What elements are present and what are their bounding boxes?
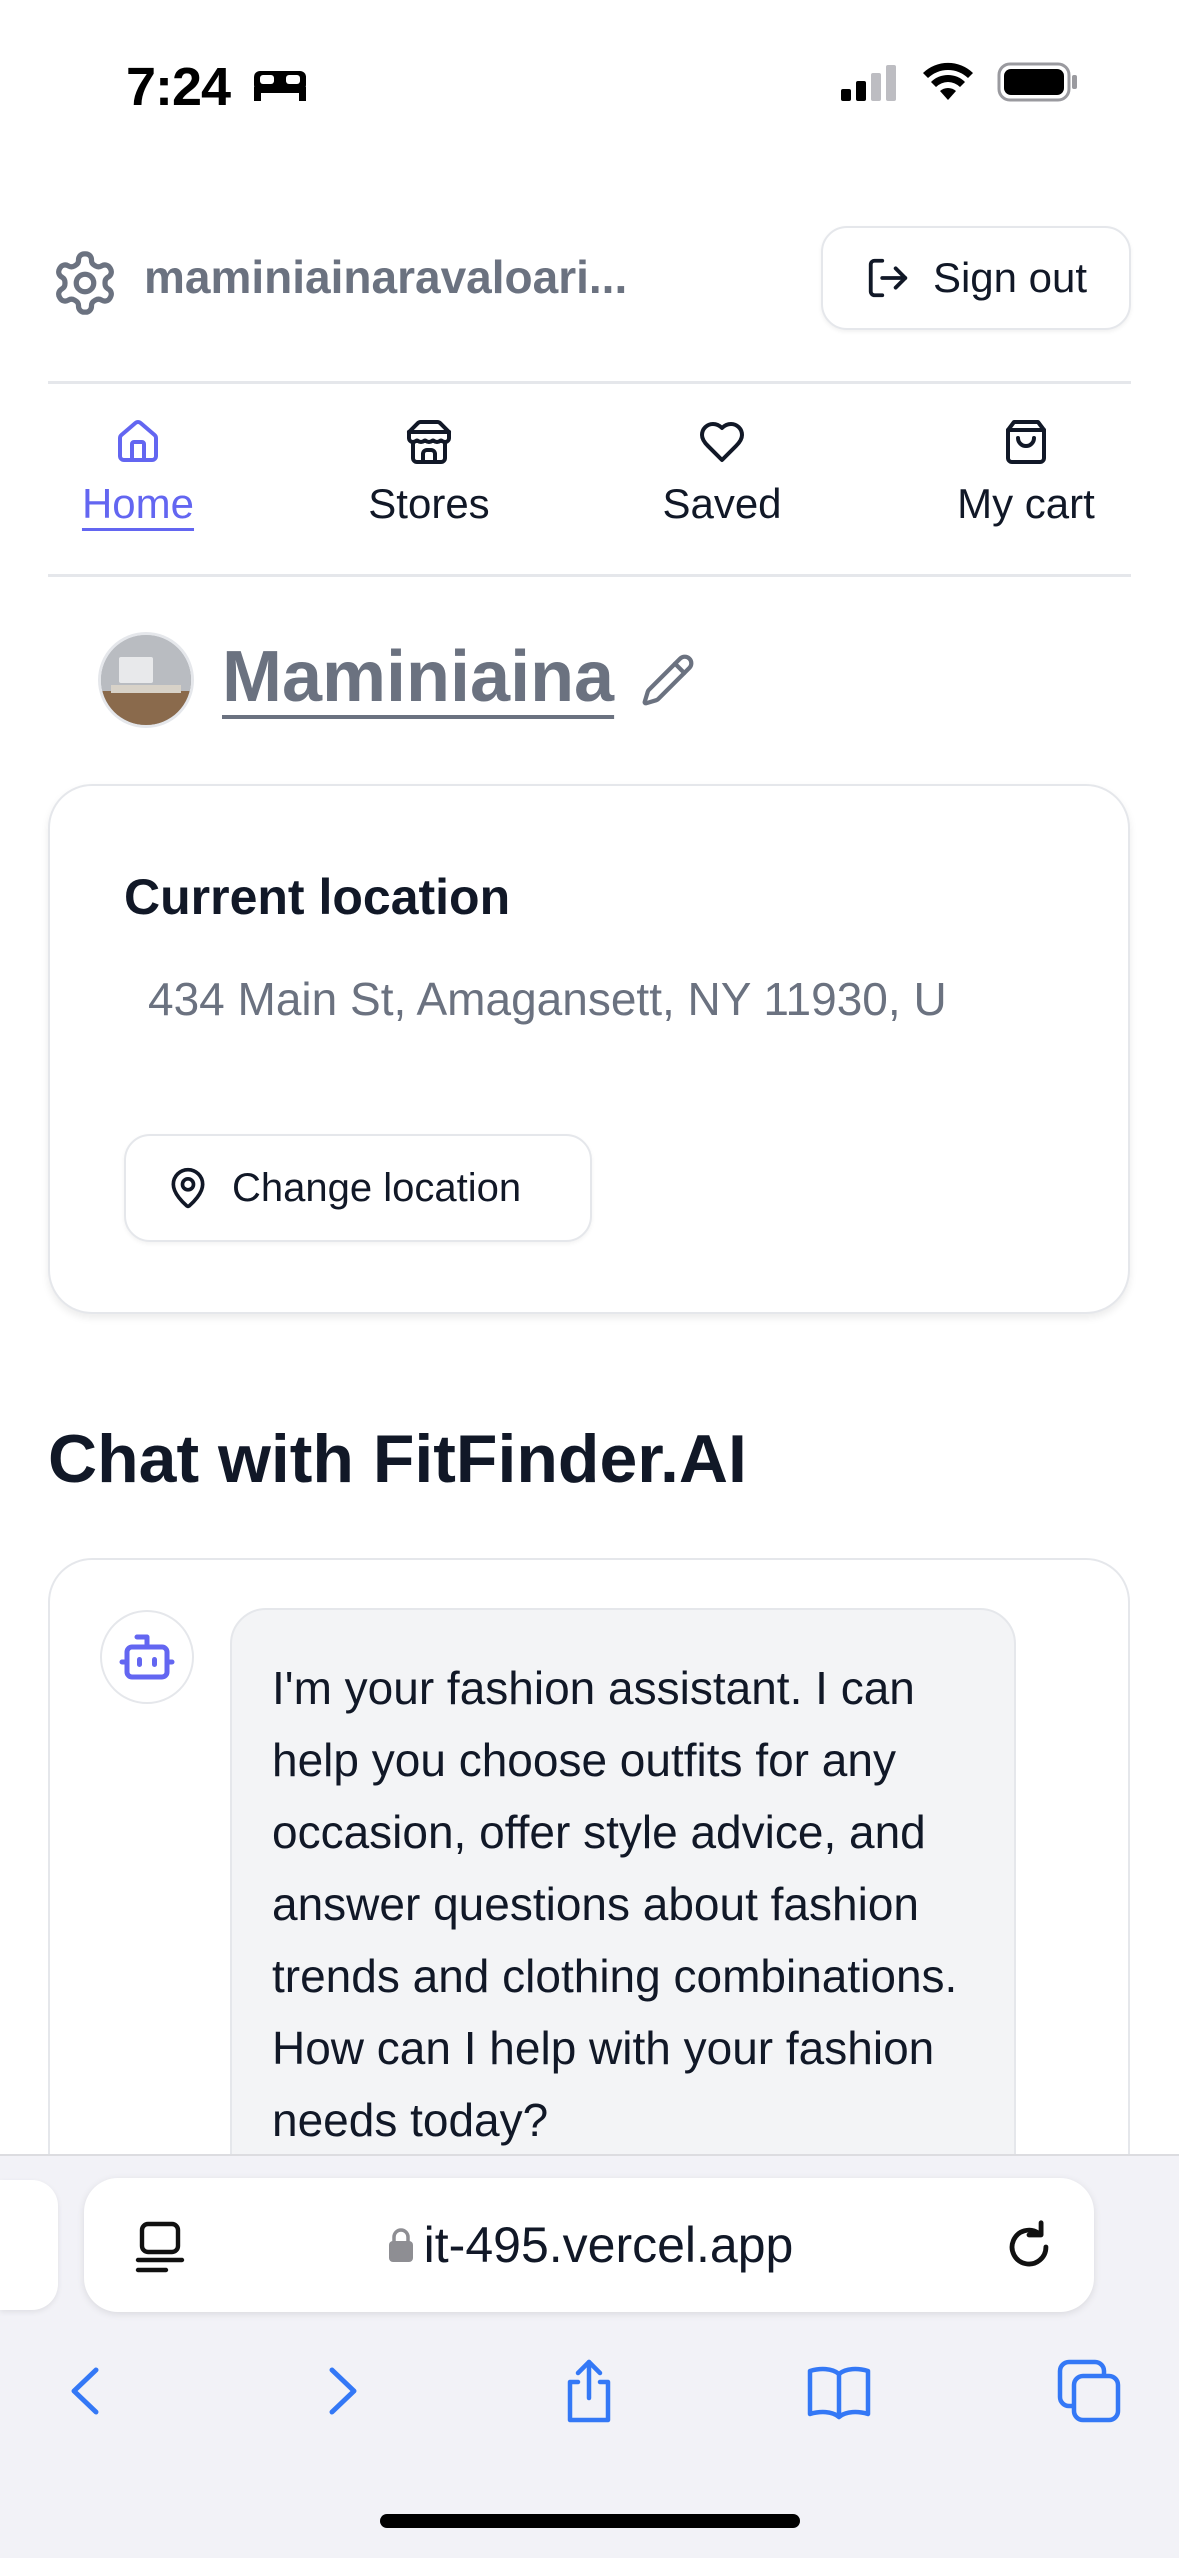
nav-saved-label: Saved: [662, 480, 782, 527]
location-title: Current location: [124, 869, 511, 925]
profile-name[interactable]: Maminiaina: [222, 636, 614, 718]
avatar[interactable]: [98, 632, 194, 728]
back-arrow-icon[interactable]: [52, 2356, 122, 2426]
home-icon: [118, 420, 158, 462]
nav-stores[interactable]: Stores: [299, 418, 559, 528]
battery-icon: [997, 62, 1077, 102]
bookmarks-icon[interactable]: [804, 2356, 874, 2426]
chat-title: Chat with FitFinder.AI: [48, 1421, 747, 1497]
change-location-button[interactable]: Change location: [124, 1134, 592, 1242]
header-divider: [48, 381, 1131, 384]
sleep-focus-icon: [254, 71, 307, 101]
bot-avatar: [100, 1610, 194, 1704]
shopping-bag-icon: [1006, 420, 1046, 464]
account-email: maminiainaravaloari...: [144, 251, 628, 303]
bot-icon: [119, 1634, 175, 1680]
nav-divider: [48, 574, 1131, 577]
map-pin-icon: [171, 1167, 205, 1209]
home-indicator[interactable]: [380, 2514, 800, 2528]
reload-icon[interactable]: [1000, 2218, 1058, 2276]
change-location-label: Change location: [232, 1165, 522, 1210]
sign-out-label: Sign out: [932, 254, 1088, 301]
nav-home[interactable]: Home: [8, 418, 268, 528]
heart-icon: [700, 422, 744, 462]
url-text: it-495.vercel.app: [423, 2217, 794, 2273]
nav-my-cart-label: My cart: [957, 480, 1095, 527]
store-icon: [407, 420, 451, 464]
sign-out-button[interactable]: Sign out: [821, 226, 1131, 330]
edit-pencil-icon[interactable]: [640, 652, 696, 708]
settings-gear-icon[interactable]: [50, 248, 120, 318]
log-out-icon: [868, 258, 908, 298]
cellular-signal-icon: [841, 65, 896, 101]
wifi-icon: [923, 62, 973, 100]
nav-saved[interactable]: Saved: [592, 418, 852, 528]
status-icons: [841, 62, 1079, 102]
lock-icon: [388, 2228, 413, 2262]
bot-message-text: I'm your fashion assistant. I can help y…: [272, 1662, 958, 2146]
nav-home-label: Home: [81, 480, 195, 527]
avatar-photo: [101, 635, 191, 725]
location-address: 434 Main St, Amagansett, NY 11930, U: [148, 973, 947, 1025]
forward-arrow-icon[interactable]: [306, 2356, 376, 2426]
nav-my-cart[interactable]: My cart: [896, 418, 1156, 528]
share-icon[interactable]: [554, 2356, 624, 2426]
tabs-icon[interactable]: [1054, 2356, 1124, 2426]
status-time: 7:24: [126, 56, 308, 118]
status-time-text: 7:24: [126, 57, 231, 117]
nav-stores-label: Stores: [368, 480, 490, 527]
